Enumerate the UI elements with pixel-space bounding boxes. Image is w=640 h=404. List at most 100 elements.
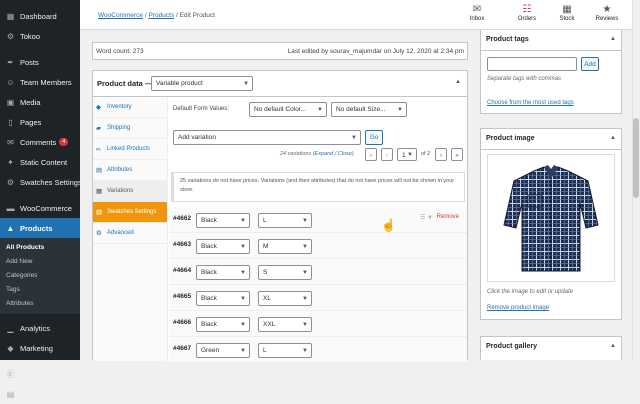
variation-row[interactable]: #4665 Black ▼ XL ▼ xyxy=(169,285,467,311)
variation-size-select[interactable]: L ▼ xyxy=(258,213,312,228)
variation-size-select[interactable]: M ▼ xyxy=(258,239,312,254)
product-data-panel: Product data — Variable product ▼ ▲ ◆ Inve… xyxy=(92,70,468,363)
tab-variations[interactable]: ▦ Variations xyxy=(93,181,167,202)
templates-icon: ▤ xyxy=(6,389,15,399)
variation-row[interactable]: #4666 Black ▼ XXL ▼ xyxy=(169,311,467,337)
next-page-button[interactable]: › xyxy=(435,148,447,161)
sidebar-item-static-content[interactable]: ✦ Static Content xyxy=(0,152,80,172)
tag-input[interactable] xyxy=(487,57,577,71)
sidebar-item-label: Templates xyxy=(20,389,55,399)
activity-reviews[interactable]: ★ Reviews xyxy=(587,4,627,22)
variation-size-select[interactable]: XL ▼ xyxy=(258,291,312,306)
chevron-down-icon: ▼ xyxy=(407,152,413,158)
tab-advanced[interactable]: ⚙ Advanced xyxy=(93,223,167,244)
activity-orders[interactable]: ☷ Orders xyxy=(507,4,547,22)
tab-label: Shipping xyxy=(107,125,131,131)
chevron-up-icon[interactable]: ▲ xyxy=(610,36,616,42)
sidebar-item-tokoo[interactable]: ⚙ Tokoo xyxy=(0,26,80,46)
advanced-icon: ⚙ xyxy=(96,230,102,237)
activity-inbox[interactable]: ✉ Inbox xyxy=(457,4,497,22)
variation-size-select[interactable]: S ▼ xyxy=(258,265,312,280)
choose-tags-link[interactable]: Choose from the most used tags xyxy=(487,100,574,106)
breadcrumb-woocommerce[interactable]: WooCommerce xyxy=(98,12,143,19)
activity-label: Orders xyxy=(517,16,537,22)
last-page-button[interactable]: » xyxy=(451,148,463,161)
go-button[interactable]: Go xyxy=(365,130,383,145)
tab-shipping[interactable]: ▰ Shipping xyxy=(93,118,167,139)
remove-variation-link[interactable]: Remove xyxy=(437,214,459,220)
default-size-select[interactable]: No default Size... ▼ xyxy=(331,102,407,117)
product-data-title: Product data — xyxy=(97,79,153,88)
chevron-down-icon: ▼ xyxy=(240,244,246,250)
prev-page-button[interactable]: ‹ xyxy=(381,148,393,161)
variation-color-select[interactable]: Black ▼ xyxy=(196,317,250,332)
variation-row[interactable]: #4662 Black ▼ L ▼ ☰ ▼ Remove xyxy=(169,207,467,233)
products-submenu: All Products Add New Categories Tags Att… xyxy=(0,238,80,314)
tab-attributes[interactable]: ▤ Attributes xyxy=(93,160,167,181)
submenu-attributes[interactable]: Attributes xyxy=(0,297,80,311)
sidebar-item-analytics[interactable]: ▁ Analytics xyxy=(0,318,80,338)
sidebar-item-templates[interactable]: ▤ Templates xyxy=(0,384,80,404)
add-variation-select[interactable]: Add variation ▼ xyxy=(173,130,361,145)
page-select[interactable]: 1 ▼ xyxy=(397,148,417,161)
team-icon: ☺ xyxy=(6,77,15,87)
sidebar-item-elementor[interactable]: Ⓔ Elementor xyxy=(0,364,80,384)
sidebar-item-woocommerce[interactable]: ▬ WooCommerce xyxy=(0,198,80,218)
chevron-up-icon[interactable]: ▲ xyxy=(610,343,616,349)
variation-row[interactable]: #4664 Black ▼ S ▼ xyxy=(169,259,467,285)
activity-stock[interactable]: ▦ Stock xyxy=(547,4,587,22)
submenu-categories[interactable]: Categories xyxy=(0,269,80,283)
variation-row[interactable]: #4663 Black ▼ M ▼ xyxy=(169,233,467,259)
image-hint: Click the image to edit or update xyxy=(487,289,574,295)
variation-color-select[interactable]: Black ▼ xyxy=(196,239,250,254)
sidebar-item-products[interactable]: ▲ Products xyxy=(0,218,80,238)
product-type-select[interactable]: Variable product ▼ xyxy=(151,76,253,91)
variation-row[interactable]: #4667 Green ▼ L ▼ xyxy=(169,337,467,363)
chevron-down-icon: ▼ xyxy=(302,348,308,354)
swatches-icon: ⚙ xyxy=(6,177,15,187)
variation-id: #4667 xyxy=(173,345,192,352)
variation-color-select[interactable]: Black ▼ xyxy=(196,291,250,306)
variation-color-select[interactable]: Green ▼ xyxy=(196,343,250,358)
sidebar-item-swatches-settings[interactable]: ⚙ Swatches Settings xyxy=(0,172,82,192)
product-image[interactable] xyxy=(487,154,615,282)
close-link[interactable]: Close xyxy=(338,151,352,157)
sidebar-item-media[interactable]: ▣ Media xyxy=(0,92,80,112)
chevron-up-icon[interactable]: ▲ xyxy=(610,135,616,141)
breadcrumb-products[interactable]: Products xyxy=(148,12,174,19)
submenu-all-products[interactable]: All Products xyxy=(0,241,80,255)
chevron-down-icon: ▼ xyxy=(302,322,308,328)
chevron-down-icon: ▼ xyxy=(240,322,246,328)
comments-icon: ✉ xyxy=(7,137,14,147)
tab-inventory[interactable]: ◆ Inventory xyxy=(93,97,167,118)
variation-id: #4663 xyxy=(173,241,192,248)
variation-id: #4664 xyxy=(173,267,192,274)
sidebar-item-team-members[interactable]: ☺ Team Members xyxy=(0,72,80,92)
page-scrollbar[interactable] xyxy=(632,0,640,360)
add-tag-button[interactable]: Add xyxy=(581,57,599,71)
variation-color-select[interactable]: Black ▼ xyxy=(196,213,250,228)
variation-size-select[interactable]: XXL ▼ xyxy=(258,317,312,332)
sidebar-item-pages[interactable]: ▯ Pages xyxy=(0,112,80,132)
submenu-tags[interactable]: Tags xyxy=(0,283,80,297)
variation-color-select[interactable]: Black ▼ xyxy=(196,265,250,280)
expand-link[interactable]: Expand xyxy=(315,151,334,157)
submenu-add-new[interactable]: Add New xyxy=(0,255,80,269)
chevron-down-icon: ▼ xyxy=(240,348,246,354)
default-color-select[interactable]: No default Color... ▼ xyxy=(249,102,327,117)
scrollbar-thumb[interactable] xyxy=(633,118,639,198)
collapse-icon[interactable]: ▲ xyxy=(455,79,461,85)
tag-hint: Separate tags with commas xyxy=(487,76,562,82)
variation-size-select[interactable]: L ▼ xyxy=(258,343,312,358)
chevron-down-icon: ▼ xyxy=(302,244,308,250)
chevron-down-icon: ▼ xyxy=(240,218,246,224)
sidebar-item-marketing[interactable]: ◆ Marketing xyxy=(0,338,80,358)
sidebar-item-comments[interactable]: ✉ Comments 4 xyxy=(0,132,80,152)
sidebar-item-dashboard[interactable]: ▦ Dashboard xyxy=(0,6,80,26)
sidebar-item-posts[interactable]: ✒ Posts xyxy=(0,52,80,72)
tab-linked-products[interactable]: ∞ Linked Products xyxy=(93,139,167,160)
first-page-button[interactable]: « xyxy=(365,148,377,161)
drag-handle-icon[interactable]: ☰ ▼ xyxy=(420,214,433,221)
tab-swatches-settings[interactable]: ▧ Swatches Settings xyxy=(93,202,167,223)
remove-image-link[interactable]: Remove product image xyxy=(487,305,549,311)
